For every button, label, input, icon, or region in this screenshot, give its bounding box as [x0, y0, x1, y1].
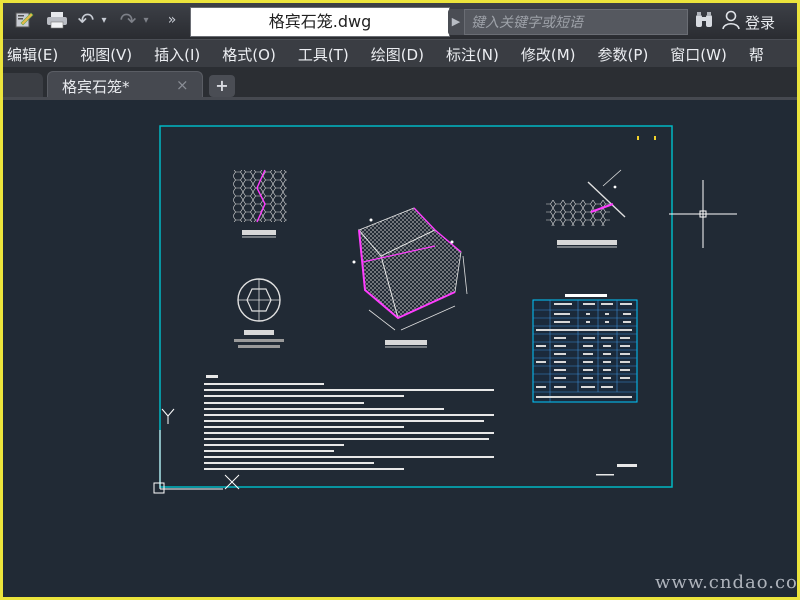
- menu-bar: 编辑(E) 视图(V) 插入(I) 格式(O) 工具(T) 绘图(D) 标注(N…: [3, 39, 797, 68]
- menu-window[interactable]: 窗口(W): [660, 44, 739, 65]
- parameter-table: [532, 294, 638, 403]
- menu-parameters[interactable]: 参数(P): [588, 44, 661, 65]
- undo-icon[interactable]: ↶: [75, 8, 97, 32]
- drawing-svg: [153, 125, 737, 494]
- search-expand-icon[interactable]: ▶: [448, 9, 464, 35]
- menu-tools[interactable]: 工具(T): [288, 44, 361, 65]
- menu-insert[interactable]: 插入(I): [144, 44, 212, 65]
- document-title: 格宾石笼.dwg: [190, 7, 450, 37]
- close-icon[interactable]: ×: [176, 76, 189, 94]
- mesh-twist-detail-figure: [546, 169, 626, 248]
- tab-label: 格宾石笼*: [62, 78, 130, 96]
- gabion-isometric-figure: [352, 207, 468, 348]
- add-tab-button[interactable]: +: [209, 75, 235, 97]
- drawing-canvas[interactable]: www.cndao.com: [3, 100, 797, 597]
- login-button[interactable]: 登录: [721, 9, 775, 35]
- print-icon[interactable]: [45, 9, 69, 31]
- menu-view[interactable]: 视图(V): [70, 44, 144, 65]
- title-block: [596, 464, 637, 476]
- watermark: www.cndao.com: [655, 572, 797, 593]
- undo-dropdown-icon[interactable]: ▾: [99, 9, 109, 31]
- menu-edit[interactable]: 编辑(E): [3, 44, 70, 65]
- app-window: ↶ ▾ ↷ ▾ » 格宾石笼.dwg ▶ 键入关键字或短语 登录 编辑(E) 视…: [3, 3, 797, 597]
- crosshair-cursor: [669, 180, 737, 248]
- menu-dimension[interactable]: 标注(N): [436, 44, 511, 65]
- title-bar: ↶ ▾ ↷ ▾ » 格宾石笼.dwg ▶ 键入关键字或短语 登录: [3, 3, 797, 39]
- sheet-marker: [654, 136, 656, 140]
- file-tab-bar: 格宾石笼* × +: [3, 67, 797, 99]
- tab-gabion-drawing[interactable]: 格宾石笼* ×: [47, 71, 203, 99]
- workspace-icon[interactable]: [13, 9, 37, 31]
- redo-dropdown-icon[interactable]: ▾: [141, 9, 151, 31]
- login-label: 登录: [745, 13, 776, 32]
- menu-modify[interactable]: 修改(M): [511, 44, 588, 65]
- sheet-marker: [637, 136, 639, 140]
- more-icon[interactable]: »: [163, 9, 181, 31]
- binoculars-icon[interactable]: [693, 11, 715, 33]
- hexagonal-mesh-figure: [233, 169, 287, 238]
- redo-icon[interactable]: ↷: [117, 8, 139, 32]
- design-notes: [204, 375, 494, 470]
- search-input[interactable]: 键入关键字或短语: [464, 9, 688, 35]
- user-icon: [721, 10, 741, 34]
- menu-format[interactable]: 格式(O): [212, 44, 288, 65]
- menu-draw[interactable]: 绘图(D): [361, 44, 436, 65]
- tab-previous[interactable]: [3, 73, 43, 99]
- menu-help[interactable]: 帮: [739, 44, 776, 65]
- cross-section-figure: [234, 278, 284, 348]
